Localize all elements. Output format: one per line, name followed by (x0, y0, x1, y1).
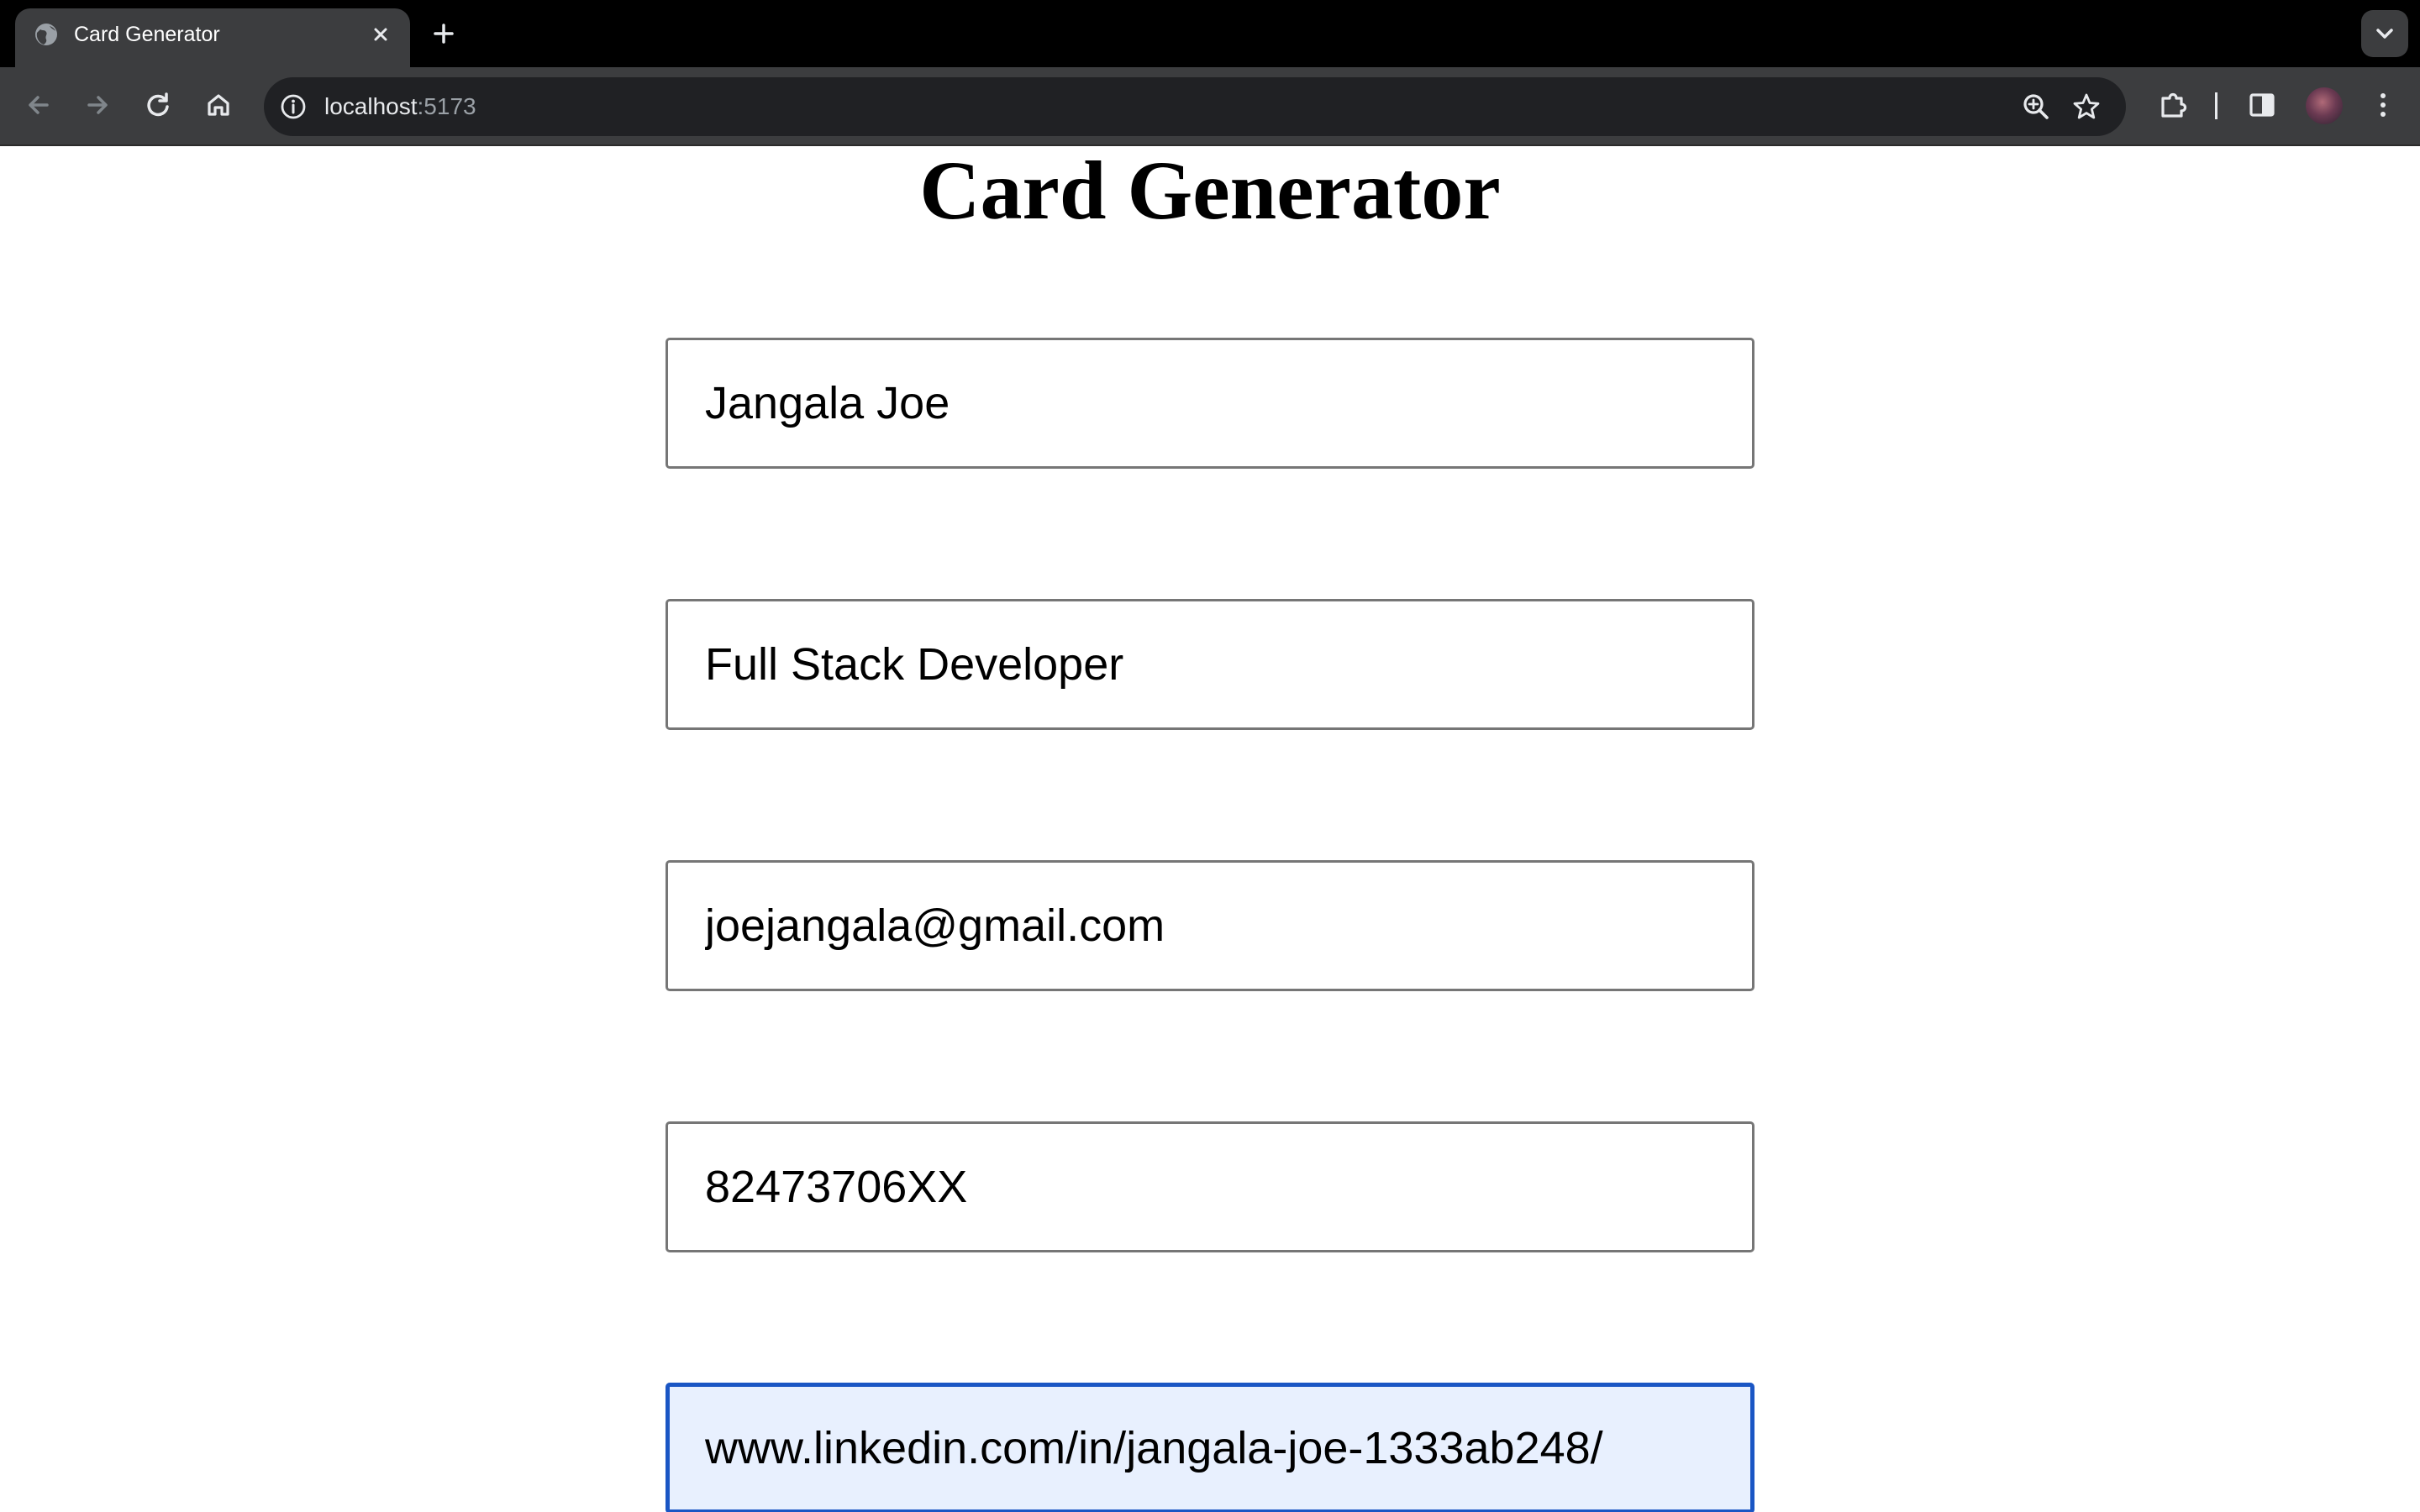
page-content: Card Generator (0, 146, 2420, 1512)
url-port: :5173 (417, 93, 476, 119)
new-tab-button[interactable] (427, 17, 460, 50)
side-panel-icon (2249, 93, 2275, 117)
tab-strip: Card Generator (0, 0, 2420, 67)
linkedin-input[interactable] (666, 1383, 1754, 1512)
page-title: Card Generator (919, 146, 1501, 237)
info-icon[interactable] (279, 92, 308, 121)
plus-icon (434, 24, 454, 44)
name-input[interactable] (666, 338, 1754, 469)
toolbar-divider (2215, 92, 2217, 119)
forward-arrow-icon (87, 96, 108, 114)
chevron-down-icon (2376, 29, 2393, 39)
forward-button[interactable] (79, 87, 116, 123)
home-icon (208, 94, 229, 116)
back-arrow-icon (29, 96, 49, 114)
puzzle-icon (2161, 92, 2187, 118)
close-icon[interactable] (366, 20, 395, 49)
star-icon[interactable] (2070, 91, 2102, 123)
kebab-menu-icon (2381, 93, 2386, 117)
tab-title: Card Generator (74, 23, 220, 46)
job-title-input[interactable] (666, 599, 1754, 730)
home-button[interactable] (200, 87, 237, 123)
phone-input[interactable] (666, 1121, 1754, 1252)
extensions-button[interactable] (2154, 87, 2191, 123)
reload-button[interactable] (139, 87, 176, 123)
browser-toolbar: localhost:5173 (0, 67, 2420, 146)
reload-icon (147, 92, 169, 117)
browser-window: Card Generator localhost:5173 Card Gener… (0, 0, 2420, 1512)
zoom-icon[interactable] (2020, 91, 2052, 123)
tab-search-button[interactable] (2361, 10, 2408, 57)
address-bar[interactable]: localhost:5173 (264, 77, 2126, 136)
profile-avatar[interactable] (2306, 87, 2343, 124)
menu-button[interactable] (2365, 87, 2402, 123)
side-panel-button[interactable] (2244, 87, 2281, 123)
tab-card-generator[interactable]: Card Generator (15, 8, 410, 67)
url-host: localhost (324, 93, 418, 119)
back-button[interactable] (20, 87, 57, 123)
url-text: localhost:5173 (324, 92, 476, 121)
email-input[interactable] (666, 860, 1754, 991)
globe-icon (34, 22, 59, 47)
